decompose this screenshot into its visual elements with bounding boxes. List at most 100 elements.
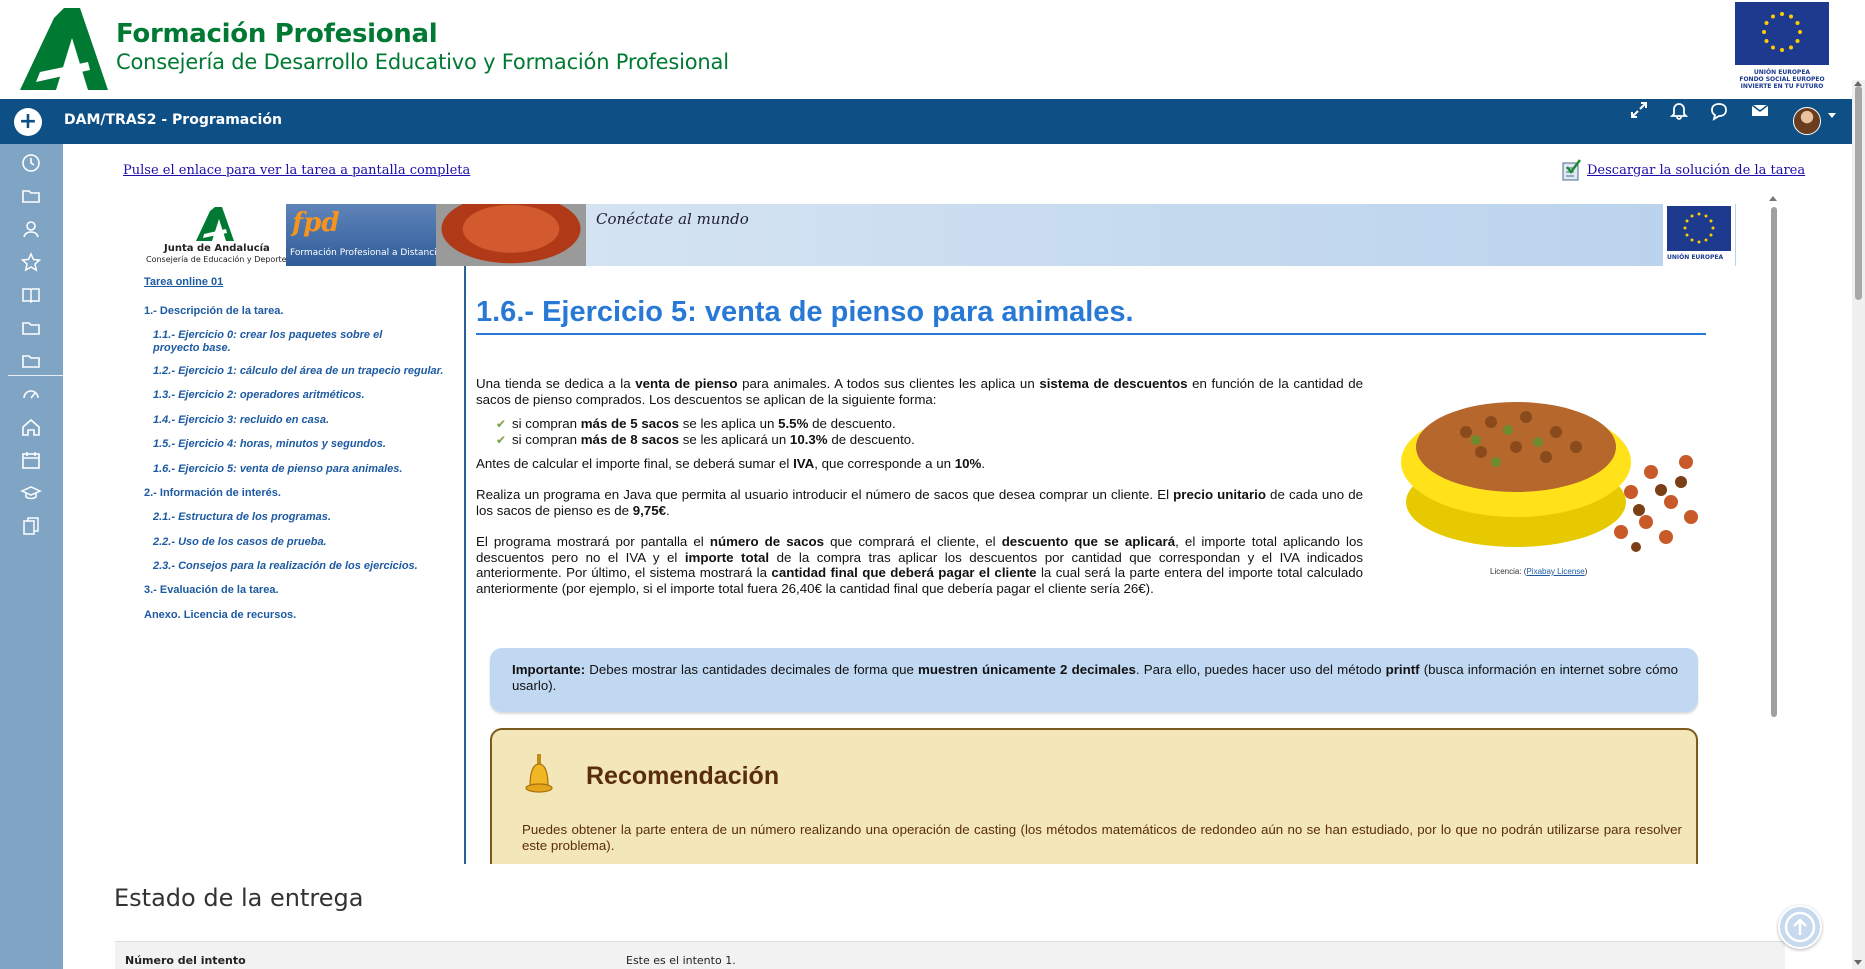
copy-icon[interactable]	[20, 515, 42, 537]
home-icon[interactable]	[20, 416, 42, 438]
text-bold: 9,75€	[632, 502, 666, 518]
page-scrollbar-thumb[interactable]	[1855, 86, 1862, 300]
scroll-up-arrow-icon[interactable]	[1769, 196, 1777, 201]
brand-subtitle: Consejería de Desarrollo Educativo y For…	[116, 50, 729, 74]
course-banner: Junta de Andalucía Consejería de Educaci…	[144, 204, 1736, 266]
junta-dept: Consejería de Educación y Deporte	[146, 255, 287, 264]
calendar-icon[interactable]	[20, 449, 42, 471]
toc-item[interactable]: 1.- Descripción de la tarea.	[144, 305, 283, 317]
folder-icon[interactable]	[20, 317, 42, 339]
text-bold: IVA	[793, 456, 815, 471]
submission-status-title: Estado de la entrega	[114, 884, 364, 912]
exercise-article: 1.6.- Ejercicio 5: venta de pienso para …	[476, 266, 1736, 864]
chevron-down-icon[interactable]	[1828, 113, 1836, 118]
eu-flag-icon	[1667, 206, 1731, 251]
checklist-icon[interactable]	[1562, 159, 1582, 181]
toc-item[interactable]: 2.- Información de interés.	[144, 487, 281, 499]
list-item: ✔ si compran más de 8 sacos se les aplica…	[496, 432, 1356, 448]
discount-list: ✔ si compran más de 5 sacos se les aplica…	[496, 416, 1356, 448]
dashboard-icon[interactable]	[20, 383, 42, 405]
banner-slogan: Conéctate al mundo	[596, 210, 749, 228]
fpd-text: Formación Profesional a Distancia	[290, 248, 443, 258]
text-bold: 5.5%	[778, 416, 809, 431]
pet-food-image	[1401, 402, 1698, 552]
eu-funding-logo: UNIÓN EUROPEA FONDO SOCIAL EUROPEO INVIE…	[1735, 2, 1829, 92]
andalucia-logo-icon[interactable]	[20, 8, 108, 90]
toc-item[interactable]: 1.6.- Ejercicio 5: venta de pienso para …	[153, 463, 402, 476]
folder-icon[interactable]	[20, 350, 42, 372]
banner-eu-label: UNIÓN EUROPEA	[1667, 254, 1724, 261]
check-icon: ✔	[496, 433, 507, 447]
text: si compran	[512, 416, 581, 431]
toc-item[interactable]: Anexo. Licencia de recursos.	[144, 609, 296, 621]
toc-item[interactable]: 1.2.- Ejercicio 1: cálculo del área de u…	[153, 365, 466, 378]
table-of-contents: Tarea online 01 1.- Descripción de la ta…	[144, 266, 466, 864]
bell-icon[interactable]	[1668, 99, 1690, 121]
text-bold: más de 5 sacos	[580, 416, 680, 431]
bell-icon	[525, 754, 553, 793]
download-solution-link[interactable]: Descargar la solución de la tarea	[1587, 163, 1805, 178]
paragraph-iva: Antes de calcular el importe final, se d…	[476, 456, 1363, 472]
toc-item[interactable]: 3.- Evaluación de la tarea.	[144, 584, 279, 596]
junta-logo: Junta de Andalucía Consejería de Educaci…	[144, 204, 287, 266]
back-to-top-button[interactable]	[1778, 905, 1822, 949]
eu-text-line: UNIÓN EUROPEA	[1753, 69, 1811, 76]
text-bold: muestren únicamente 2 decimales	[918, 662, 1136, 677]
text: si compran	[512, 432, 581, 447]
attempt-number-value: Este es el intento 1.	[626, 954, 736, 967]
left-sidebar	[0, 144, 63, 969]
star-icon[interactable]	[20, 251, 42, 273]
recommendation-box: Recomendación Puedes obtener la parte en…	[490, 728, 1698, 864]
user-avatar[interactable]	[1793, 107, 1821, 135]
scroll-down-arrow-icon[interactable]	[1854, 960, 1862, 965]
folder-icon[interactable]	[20, 185, 42, 207]
text: El programa mostrará por pantalla el	[476, 534, 710, 549]
mail-icon[interactable]	[1749, 99, 1771, 121]
junta-name: Junta de Andalucía	[164, 243, 270, 254]
text-bold: sistema de descuentos	[1039, 376, 1188, 391]
book-icon[interactable]	[20, 284, 42, 306]
toc-item[interactable]: 2.2.- Uso de los casos de prueba.	[153, 536, 327, 549]
text-bold: 10.3%	[789, 432, 828, 447]
fpd-logo-text: fpd	[292, 208, 340, 238]
banner-eu-logo: UNIÓN EUROPEA	[1663, 204, 1735, 266]
text-bold: más de 8 sacos	[580, 432, 680, 447]
frame-scrollbar-thumb[interactable]	[1771, 207, 1777, 717]
recommendation-title: Recomendación	[586, 762, 780, 790]
chat-icon[interactable]	[1708, 99, 1730, 121]
text-bold: venta de pienso	[635, 376, 738, 391]
eu-text-line: FONDO SOCIAL EUROPEO	[1739, 76, 1825, 83]
list-item: ✔ si compran más de 5 sacos se les aplica…	[496, 416, 1356, 432]
text: Antes de calcular el importe final, se d…	[476, 456, 794, 471]
toc-item-tarea-online[interactable]: Tarea online 01	[144, 276, 223, 288]
submission-status-table: Número del intento Este es el intento 1.	[115, 941, 1785, 969]
clock-icon[interactable]	[20, 152, 42, 174]
toc-item[interactable]: 1.4.- Ejercicio 3: recluido en casa.	[153, 414, 329, 427]
text: de descuento.	[808, 416, 896, 431]
text: Realiza un programa en Java que permita …	[476, 487, 1174, 502]
text: Una tienda se dedica a la	[476, 376, 636, 391]
course-title[interactable]: DAM/TRAS2 - Programación	[64, 112, 282, 128]
attempt-number-label: Número del intento	[125, 954, 246, 967]
toc-item[interactable]: 1.3.- Ejercicio 2: operadores aritmético…	[153, 389, 365, 402]
fullscreen-task-link[interactable]: Pulse el enlace para ver la tarea a pant…	[123, 163, 470, 178]
add-button[interactable]: +	[14, 108, 42, 136]
text-bold: 10%	[954, 456, 982, 471]
task-content-frame: Junta de Andalucía Consejería de Educaci…	[144, 204, 1776, 864]
check-icon: ✔	[496, 417, 507, 431]
sidebar-divider	[8, 375, 63, 376]
important-note: Importante: Debes mostrar las cantidades…	[490, 648, 1698, 712]
users-icon[interactable]	[20, 218, 42, 240]
text: para animales. A todos sus clientes les …	[737, 376, 1040, 391]
important-label: Importante:	[512, 662, 586, 677]
fullscreen-icon[interactable]	[1628, 99, 1650, 121]
graduation-icon[interactable]	[20, 482, 42, 504]
license-link[interactable]: Pixabay License	[1526, 567, 1584, 576]
text-bold: printf	[1385, 662, 1420, 677]
toc-item[interactable]: 1.5.- Ejercicio 4: horas, minutos y segu…	[153, 438, 386, 451]
text: Debes mostrar las cantidades decimales d…	[585, 662, 919, 677]
toc-item[interactable]: 1.1.- Ejercicio 0: crear los paquetes so…	[153, 329, 418, 355]
toc-item[interactable]: 2.1.- Estructura de los programas.	[153, 511, 331, 524]
site-header: Formación Profesional Consejería de Desa…	[0, 0, 1865, 99]
toc-item[interactable]: 2.3.- Consejos para la realización de lo…	[153, 560, 418, 573]
